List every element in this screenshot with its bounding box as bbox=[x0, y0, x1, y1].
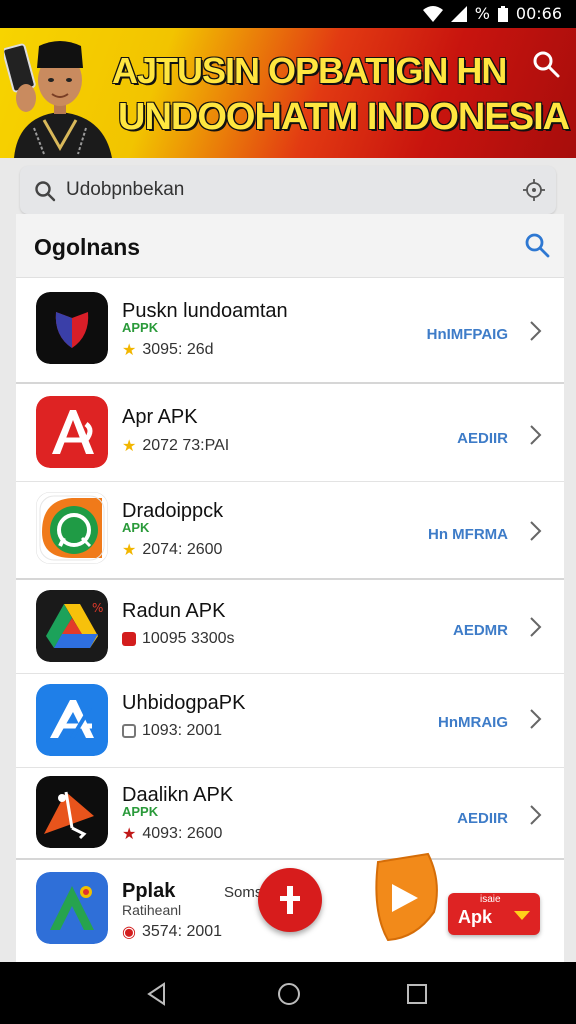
app-meta: ★ 2074: 2600 bbox=[122, 540, 222, 560]
app-meta: ★ 4093: 2600 bbox=[122, 824, 222, 844]
home-icon[interactable] bbox=[277, 982, 301, 1006]
app-meta: ◉ 3574: 2001 bbox=[122, 922, 222, 942]
app-extra-label: Soms bbox=[224, 884, 263, 901]
search-icon bbox=[35, 181, 56, 202]
app-row[interactable]: % Radun APK 10095 3300s AEDMR bbox=[16, 580, 564, 674]
app-meta-text: 4093: 2600 bbox=[142, 825, 223, 842]
status-time: 00:66 bbox=[515, 4, 562, 23]
app-action-link[interactable]: AEDIIR bbox=[457, 810, 508, 827]
chat-app-icon bbox=[36, 492, 108, 564]
app-tag: APPK bbox=[122, 804, 159, 819]
banner-title-line1: AJTUSIN OPBATIGN HN bbox=[112, 50, 507, 91]
system-nav-bar bbox=[0, 962, 576, 1024]
location-target-icon[interactable] bbox=[522, 178, 546, 202]
app-row[interactable]: UhbidogpaPK 1093: 2001 HnMRAIG bbox=[16, 674, 564, 768]
badge-icon bbox=[122, 724, 136, 738]
star-icon: ★ bbox=[122, 342, 137, 359]
search-icon[interactable] bbox=[532, 50, 560, 78]
app-meta-text: 1093: 2001 bbox=[142, 722, 223, 739]
status-percent: % bbox=[474, 4, 490, 23]
app-meta: ★ 3095: 26d bbox=[122, 340, 214, 360]
banner-title-line2: UNDOOHATM INDONESIA bbox=[118, 96, 570, 138]
app-action-link[interactable]: Hn MFRMA bbox=[428, 526, 508, 543]
app-name: Apr APK bbox=[122, 406, 198, 428]
apk-download-button[interactable]: isaie Apk bbox=[448, 893, 540, 935]
status-icons: % 00:66 bbox=[422, 4, 562, 23]
floating-action-button[interactable] bbox=[258, 868, 322, 932]
a-letter-app-icon bbox=[36, 396, 108, 468]
record-icon: ◉ bbox=[122, 924, 136, 941]
drive-app-icon: % bbox=[36, 590, 108, 662]
app-name: Pplak bbox=[122, 880, 176, 902]
search-bar[interactable] bbox=[20, 166, 556, 214]
app-store-icon bbox=[36, 684, 108, 756]
maps-app-icon bbox=[36, 872, 108, 944]
app-tag: Ratiheanl bbox=[122, 902, 182, 918]
person-portrait-image bbox=[4, 41, 112, 158]
app-tag: APPK bbox=[122, 320, 159, 335]
app-meta-text: 3095: 26d bbox=[142, 341, 214, 358]
header-banner: AJTUSIN OPBATIGN HN UNDOOHATM INDONESIA bbox=[0, 28, 576, 158]
app-meta-text: 2074: 2600 bbox=[142, 541, 223, 558]
app-name: Radun APK bbox=[122, 600, 226, 622]
app-row[interactable]: Apr APK ★ 2072 73:PAI AEDIIR bbox=[16, 384, 564, 482]
badge-icon bbox=[122, 632, 136, 646]
app-meta-text: 10095 3300s bbox=[142, 630, 235, 647]
star-icon: ★ bbox=[122, 826, 137, 843]
plus-icon bbox=[280, 886, 300, 914]
app-meta-text: 3574: 2001 bbox=[141, 923, 223, 940]
shield-app-icon bbox=[36, 292, 108, 364]
chevron-right-icon[interactable] bbox=[528, 424, 542, 446]
apk-button-small-label: isaie bbox=[480, 894, 501, 905]
recents-icon[interactable] bbox=[406, 983, 428, 1005]
star-icon: ★ bbox=[122, 438, 137, 455]
apk-button-label: Apk bbox=[458, 907, 493, 927]
app-action-link[interactable]: HnMRAIG bbox=[438, 714, 508, 731]
chevron-right-icon[interactable] bbox=[528, 708, 542, 730]
chevron-down-icon bbox=[514, 911, 530, 920]
search-icon[interactable] bbox=[524, 232, 550, 258]
kite-app-icon bbox=[36, 776, 108, 848]
search-input[interactable] bbox=[66, 176, 486, 204]
panel-title: Ogolnans bbox=[34, 234, 141, 260]
chevron-right-icon[interactable] bbox=[528, 520, 542, 542]
signal-icon bbox=[450, 5, 467, 22]
app-meta: 1093: 2001 bbox=[122, 722, 222, 740]
app-meta-text: 2072 73:PAI bbox=[142, 437, 230, 454]
play-icon[interactable] bbox=[364, 852, 444, 942]
chevron-right-icon[interactable] bbox=[528, 616, 542, 638]
wifi-icon bbox=[422, 5, 443, 22]
app-action-link[interactable]: AEDIIR bbox=[457, 430, 508, 447]
app-tag: APK bbox=[122, 520, 150, 535]
app-action-link[interactable]: AEDMR bbox=[453, 622, 508, 639]
app-row[interactable]: Dradoippck APK ★ 2074: 2600 Hn MFRMA bbox=[16, 482, 564, 580]
star-icon: ★ bbox=[122, 542, 137, 559]
back-icon[interactable] bbox=[146, 982, 168, 1006]
status-bar: % 00:66 bbox=[0, 0, 576, 28]
chevron-right-icon[interactable] bbox=[528, 804, 542, 826]
app-row[interactable]: Puskn lundoamtan APPK ★ 3095: 26d HnIMFP… bbox=[16, 278, 564, 384]
app-meta: 10095 3300s bbox=[122, 630, 235, 648]
battery-icon bbox=[497, 5, 508, 22]
app-name: UhbidogpaPK bbox=[122, 692, 246, 714]
panel-header: Ogolnans bbox=[16, 214, 564, 278]
app-row[interactable]: Daalikn APK APPK ★ 4093: 2600 AEDIIR bbox=[16, 768, 564, 860]
app-meta: ★ 2072 73:PAI bbox=[122, 436, 229, 456]
chevron-right-icon[interactable] bbox=[528, 320, 542, 342]
app-action-link[interactable]: HnIMFPAIG bbox=[427, 326, 508, 343]
svg-text:%: % bbox=[92, 601, 103, 615]
app-list: Puskn lundoamtan APPK ★ 3095: 26d HnIMFP… bbox=[16, 278, 564, 960]
app-list-panel: Ogolnans Puskn lundoamtan APPK ★ 3095: 2… bbox=[16, 214, 564, 964]
main-content: Ogolnans Puskn lundoamtan APPK ★ 3095: 2… bbox=[0, 158, 576, 964]
